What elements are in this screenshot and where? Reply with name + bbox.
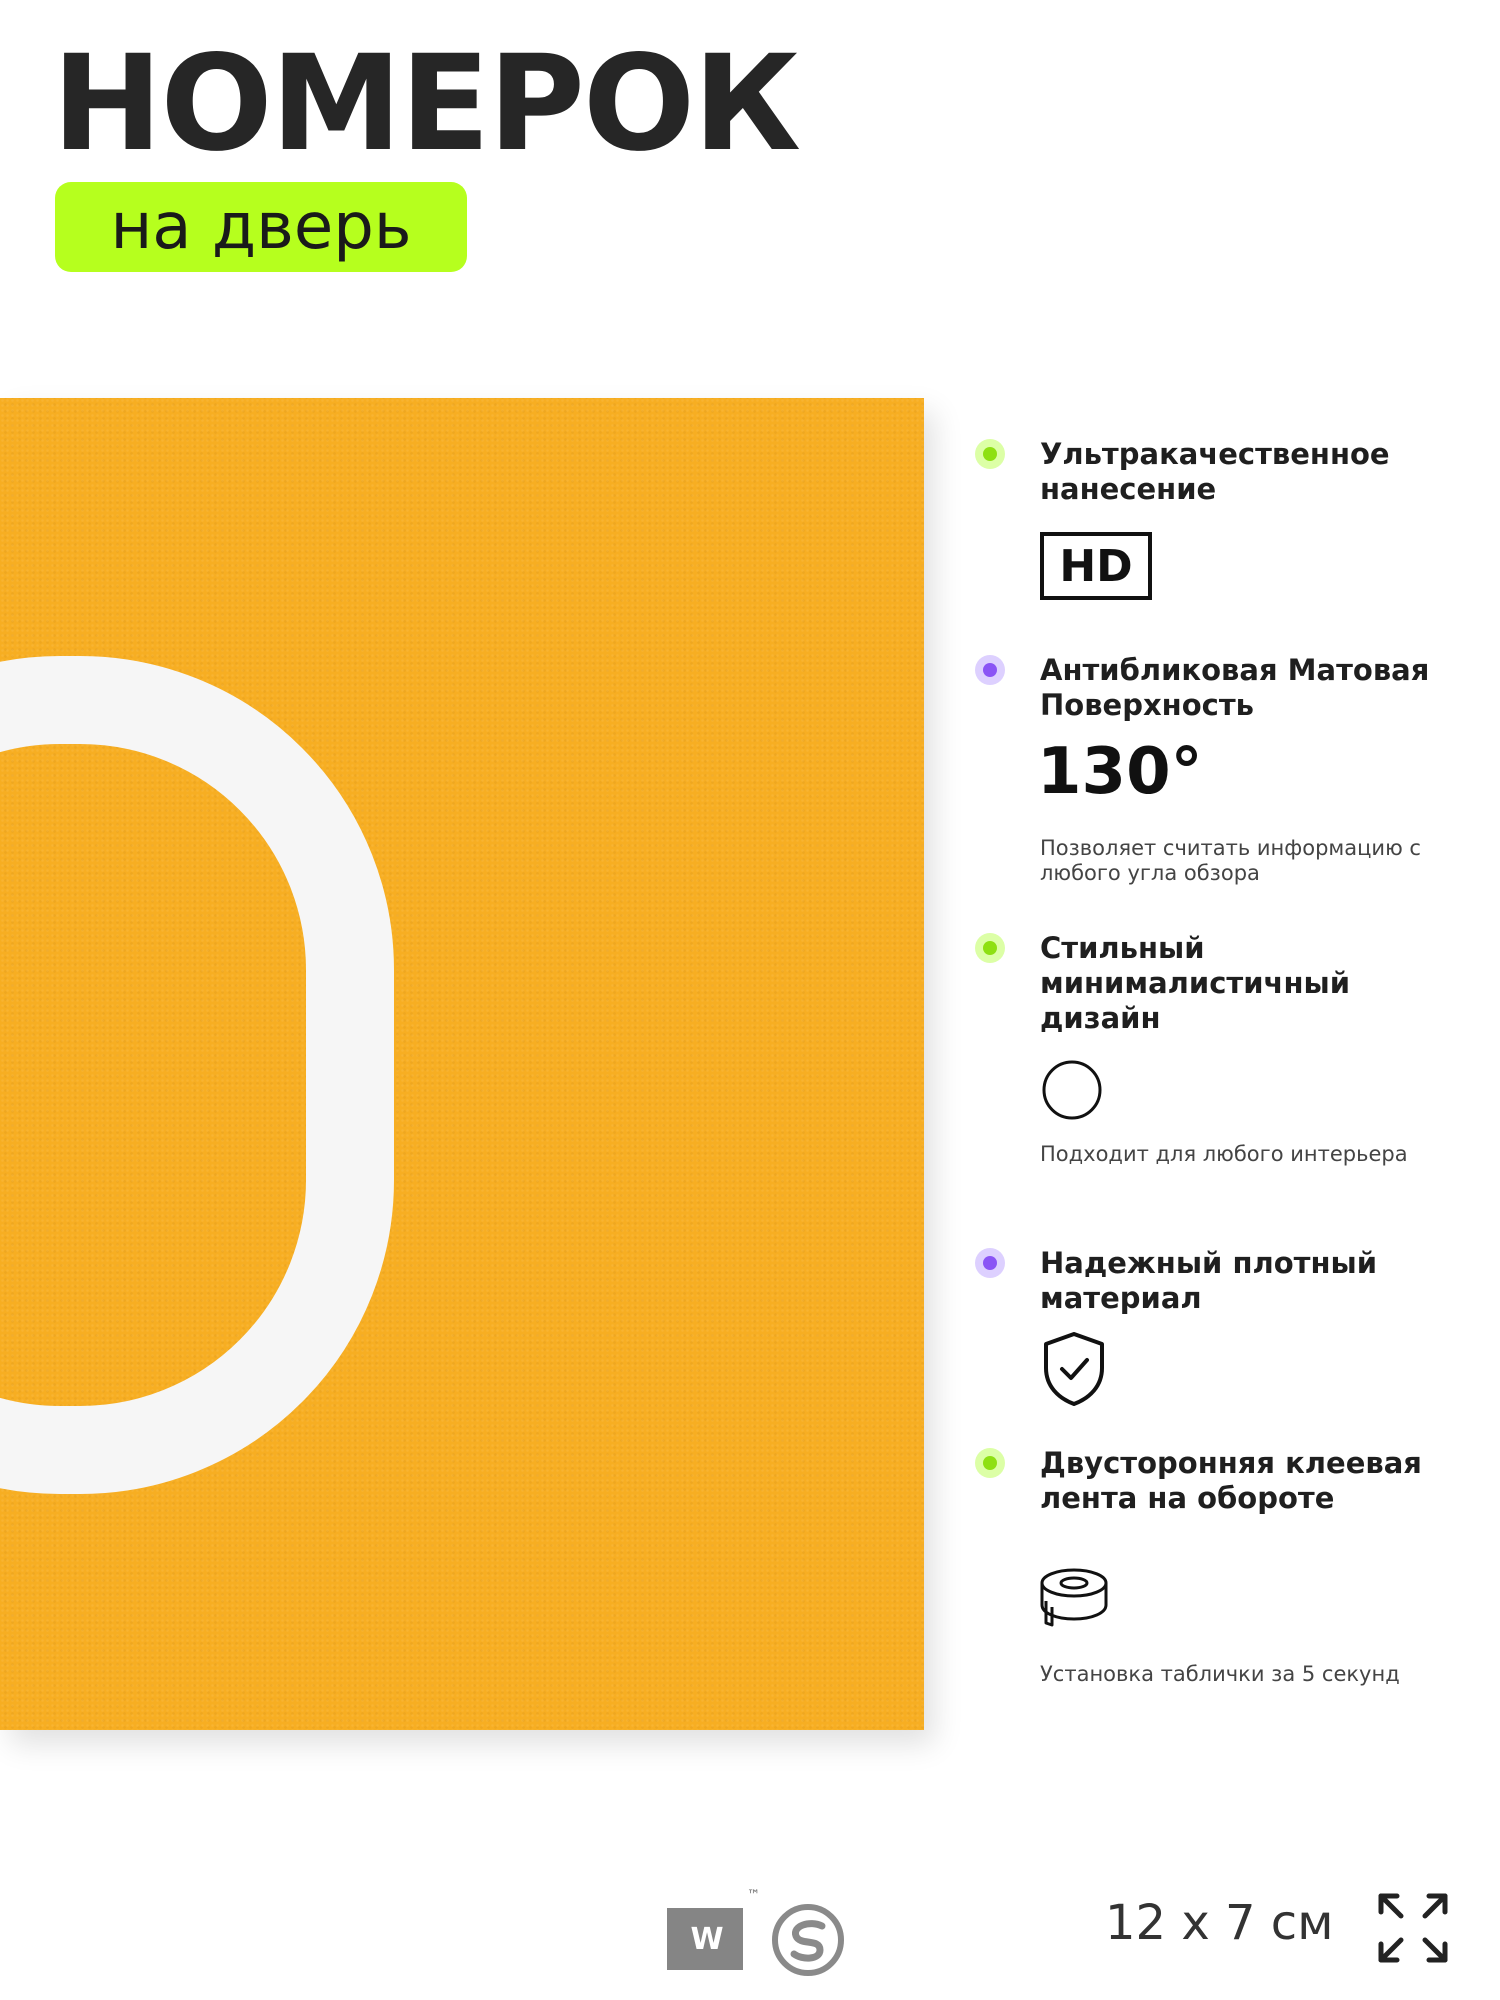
bullet-violet-icon — [975, 655, 1005, 685]
feature-desc-design: Подходит для любого интерьера — [1040, 1142, 1408, 1166]
feature-title-matte: Антибликовая Матовая Поверхность — [1040, 653, 1430, 722]
feature-desc-tape: Установка таблички за 5 секунд — [1040, 1662, 1400, 1686]
tape-roll-icon — [1040, 1568, 1108, 1627]
subtitle-text: на дверь — [110, 190, 412, 264]
digit-zero-outline — [0, 656, 394, 1494]
brand-logos: W ™ — [667, 1880, 857, 1976]
expand-arrows-icon — [1378, 1893, 1448, 1963]
viewing-angle-value: 130° — [1037, 735, 1203, 809]
door-number-plate — [0, 398, 924, 1730]
bullet-green-icon — [975, 439, 1005, 469]
brand-w-logo: W — [667, 1908, 743, 1970]
bullet-green-icon — [975, 933, 1005, 963]
bullet-green-icon — [975, 1448, 1005, 1478]
brand-circle-logo — [772, 1904, 844, 1976]
features-panel: Ультракачественное нанесение HD Антиблик… — [975, 0, 1475, 2000]
circle-outline-icon — [1042, 1060, 1102, 1120]
plate-digit — [0, 656, 394, 1494]
subtitle-badge: на дверь — [55, 182, 467, 272]
size-label: 12 x 7 см — [1105, 1895, 1334, 1951]
feature-desc-matte: Позволяет считать информацию с любого уг… — [1040, 836, 1421, 885]
feature-title-tape: Двусторонняя клеевая лента на обороте — [1040, 1446, 1422, 1515]
feature-title-material: Надежный плотный материал — [1040, 1246, 1378, 1315]
trademark-symbol: ™ — [747, 1888, 760, 1903]
hd-label: HD — [1059, 540, 1133, 592]
feature-title-design: Стильный минималистичный дизайн — [1040, 931, 1351, 1035]
hd-badge: HD — [1040, 532, 1152, 600]
bullet-violet-icon — [975, 1248, 1005, 1278]
page-title: НОМЕРОК — [52, 27, 801, 181]
feature-title-quality: Ультракачественное нанесение — [1040, 437, 1390, 506]
shield-check-icon — [1044, 1332, 1104, 1406]
